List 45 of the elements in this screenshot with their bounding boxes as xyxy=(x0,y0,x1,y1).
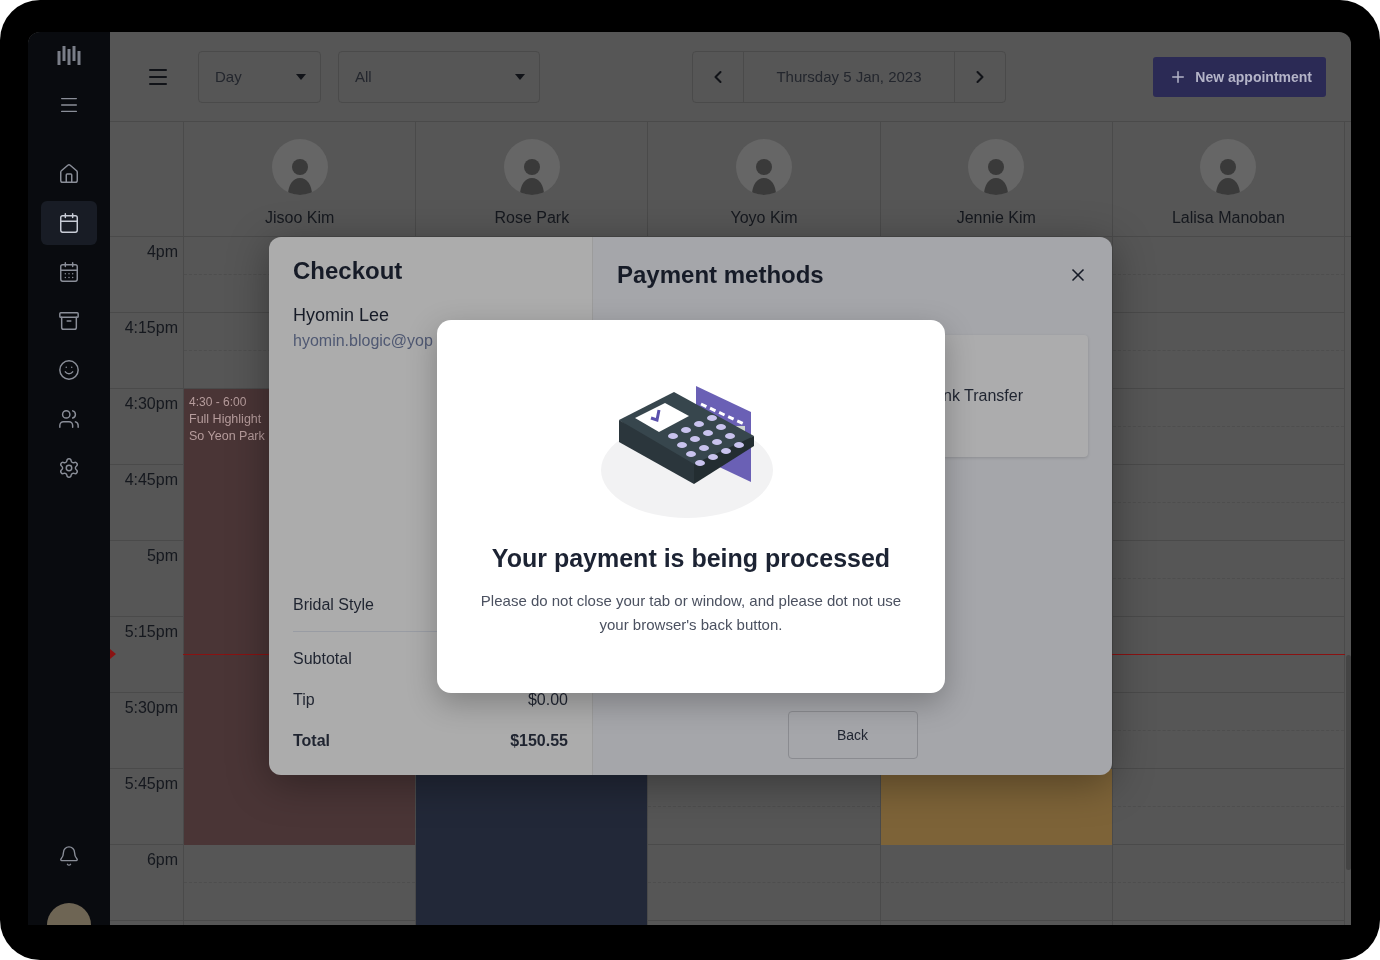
dialog-title: Checkout xyxy=(293,257,404,285)
staff-name: Yoyo Kim xyxy=(730,209,798,227)
staff-name: Rose Park xyxy=(494,209,570,227)
time-label: 4:45pm xyxy=(124,471,178,488)
appointment-block[interactable] xyxy=(880,769,1112,845)
caret-icon xyxy=(515,73,525,80)
summary-value: $0.00 xyxy=(527,690,568,709)
new-appointment-button[interactable]: New appointment xyxy=(1153,56,1326,97)
time-label: 4:30pm xyxy=(124,395,178,412)
total-value: $150.55 xyxy=(510,731,568,750)
time-label: 6pm xyxy=(146,851,178,868)
time-label: 5:30pm xyxy=(124,699,178,716)
settings-icon xyxy=(58,457,80,479)
calendar-grid-icon xyxy=(58,261,80,283)
client-name: Hyomin Lee xyxy=(293,305,391,326)
appointment-client: So Yeon Park xyxy=(189,429,266,443)
appointment-service: Full Highlight xyxy=(189,412,263,426)
archive-icon xyxy=(58,310,80,332)
current-time-marker xyxy=(110,649,116,659)
staff-name: Lalisa Manoban xyxy=(1171,209,1285,227)
home-icon xyxy=(58,163,80,185)
caret-icon xyxy=(296,73,306,80)
time-label: 5:15pm xyxy=(124,623,178,640)
staff-name: Jennie Kim xyxy=(956,209,1036,227)
modal-title: Your payment is being processed xyxy=(491,544,891,573)
calendar-icon xyxy=(58,212,80,234)
smiley-icon xyxy=(58,359,80,381)
summary-label: Tip xyxy=(293,690,315,709)
panel-title: Payment methods xyxy=(617,261,824,289)
users-icon xyxy=(58,408,80,430)
client-email: hyomin.blogic@yop xyxy=(293,332,434,350)
time-label: 5:45pm xyxy=(124,775,178,792)
time-label: 4pm xyxy=(146,243,178,260)
summary-label: Subtotal xyxy=(293,649,352,668)
time-label: 4:15pm xyxy=(124,319,178,336)
time-label: 5pm xyxy=(146,547,178,564)
staff-name: Jisoo Kim xyxy=(264,209,335,227)
logo-icon xyxy=(56,43,82,67)
modal-message: Please do not close your tab or window, and please dot not use your browser's back button. xyxy=(479,591,903,635)
back-button[interactable]: Back xyxy=(787,711,918,759)
service-name: Bridal Style xyxy=(293,595,374,614)
appointment-time: 4:30 - 6:00 xyxy=(189,395,248,409)
total-label: Total xyxy=(293,731,331,750)
bell-icon xyxy=(58,845,80,867)
sidebar-item[interactable] xyxy=(41,201,97,245)
